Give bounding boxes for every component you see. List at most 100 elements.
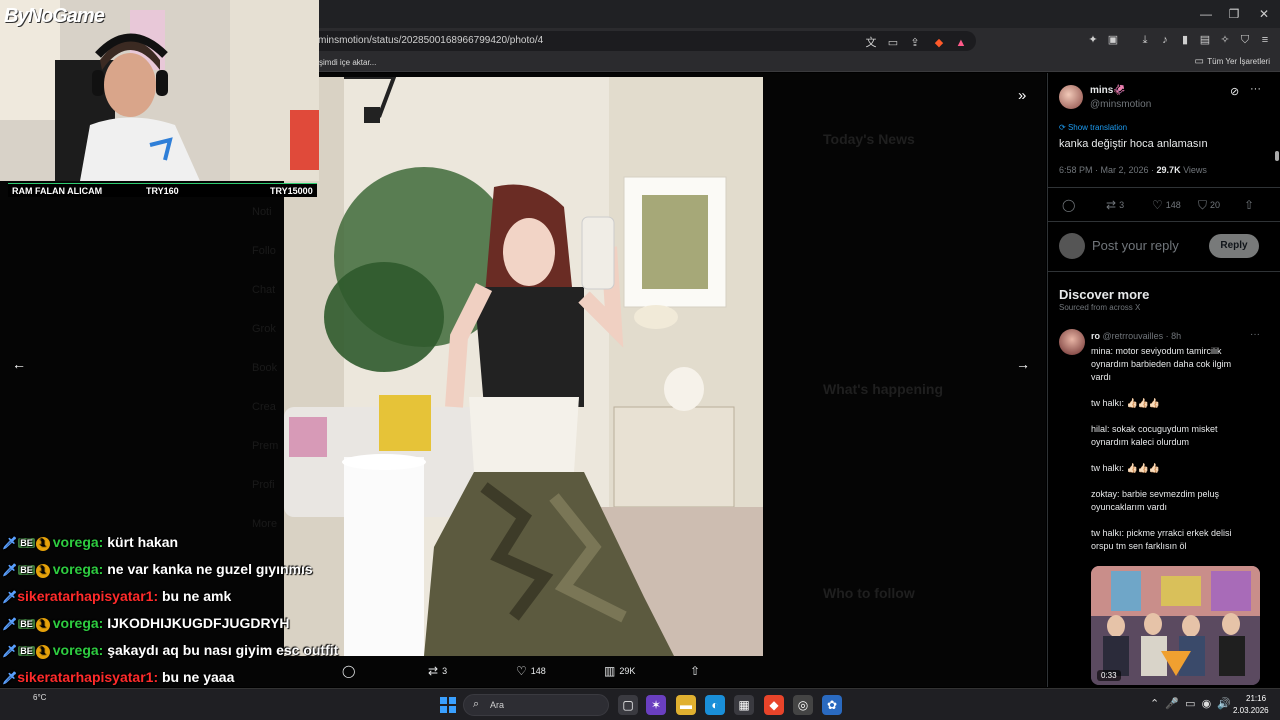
chat-message: 🗡 BE 1 voregа: ne var kanka ne guzel gıyınm…: [2, 561, 313, 581]
share-action[interactable]: ⇧: [690, 664, 704, 678]
brave-icon[interactable]: ◆: [764, 695, 784, 715]
cast-icon[interactable]: ▭: [886, 36, 900, 50]
file-explorer-icon[interactable]: ▬: [676, 695, 696, 715]
extensions-icon[interactable]: ✦: [1086, 33, 1100, 47]
recommended-author-avatar[interactable]: [1059, 329, 1085, 355]
chat-username[interactable]: voregа: [53, 642, 99, 658]
post-line: oynardım kaleci olurdum: [1091, 437, 1190, 447]
reply-input[interactable]: Post your reply: [1092, 238, 1179, 253]
chat-username[interactable]: sikeratarhapisyatar1: [17, 588, 153, 604]
sword-badge-icon: 🗡: [2, 590, 18, 604]
clock-date[interactable]: 2.03.2026: [1233, 706, 1269, 715]
divider: [1048, 221, 1280, 222]
recommended-author[interactable]: ro @retrrouvailles · 8h: [1091, 331, 1181, 341]
more-options-icon[interactable]: ···: [1250, 83, 1261, 95]
show-translation-link[interactable]: ⟳ Show translation: [1059, 123, 1127, 132]
sword-badge-icon: 🗡: [2, 536, 18, 550]
chat-text: ne var kanka ne guzel gıyınmıs: [103, 561, 313, 577]
url-text[interactable]: minsmotion/status/2028500168966799420/ph…: [318, 35, 543, 46]
next-photo-arrow-icon[interactable]: →: [1016, 356, 1030, 372]
minimize-button[interactable]: —: [1198, 6, 1214, 22]
like-button[interactable]: ♡ 148: [1152, 198, 1181, 212]
copilot-icon[interactable]: ✶: [646, 695, 666, 715]
close-window-button[interactable]: ✕: [1256, 6, 1272, 22]
windows-taskbar: 6°C ⌕ Ara ▢ ✶ ▬ ◐ ▦ ◆ ◎ ✿ ⌃ 🎤 ▭ ◉ 🔊 21:1…: [0, 688, 1280, 720]
url-field[interactable]: minsmotion/status/2028500168966799420/ph…: [300, 31, 976, 51]
brave-shield-icon[interactable]: ◆: [932, 36, 946, 50]
chat-username[interactable]: voregа: [53, 615, 99, 631]
ticker-target-amount: TRY15000: [270, 186, 313, 196]
recommended-video[interactable]: 0:33: [1091, 566, 1260, 685]
chat-username[interactable]: voregа: [53, 561, 99, 577]
system-tray-icons[interactable]: ⌃ 🎤 ▭ ◉ 🔊: [1150, 697, 1231, 710]
app-icon[interactable]: ✿: [822, 695, 842, 715]
taskbar-search[interactable]: ⌕ Ara: [463, 694, 609, 716]
repost-button[interactable]: ⇄ 3: [1106, 198, 1124, 212]
bookmark-count: 20: [1210, 200, 1221, 210]
edge-icon[interactable]: ◐: [705, 695, 725, 715]
wallet-icon[interactable]: ▤: [1198, 33, 1212, 47]
maximize-button[interactable]: ❐: [1226, 6, 1242, 22]
post-line: oynardım barbieden daha cok ilgim: [1091, 359, 1232, 369]
reply-button-icon[interactable]: ◯: [1062, 198, 1078, 212]
obs-icon[interactable]: ◎: [793, 695, 813, 715]
ghost-heading: What's happening: [823, 381, 943, 397]
reading-list-icon[interactable]: ▮: [1178, 33, 1192, 47]
vpn-icon[interactable]: ⛉: [1238, 33, 1252, 47]
post-line: tw halkı: pickme yrrakci erkek delisi: [1091, 528, 1232, 538]
leo-ai-icon[interactable]: ✧: [1218, 33, 1232, 47]
chat-message: 🗡 BE 1 voregа: IJKODHIJKUGDFJUGDRYH: [2, 615, 290, 635]
weather-widget[interactable]: 6°C: [33, 693, 46, 702]
sidebar-icon[interactable]: ▣: [1106, 33, 1120, 47]
tweet-timestamp[interactable]: 6:58 PM · Mar 2, 2026 ·: [1059, 165, 1157, 175]
import-bookmarks-link[interactable]: şimdi içe aktar...: [319, 58, 376, 67]
music-icon[interactable]: ♪: [1158, 33, 1172, 47]
author-avatar[interactable]: [1059, 85, 1083, 109]
grok-icon[interactable]: ⊘: [1230, 85, 1239, 98]
clock-time[interactable]: 21:16: [1246, 694, 1266, 703]
repost-icon: ⇄: [428, 664, 439, 678]
post-line: [1091, 410, 1267, 423]
author-name[interactable]: mins🦑: [1090, 85, 1126, 96]
gift-badge-icon: 1: [35, 537, 50, 551]
donation-ticker: RAM FALAN ALICAM TRY160 TRY15000: [8, 183, 317, 197]
share-button[interactable]: ⇧: [1244, 198, 1257, 212]
reply-submit-button[interactable]: Reply: [1209, 234, 1259, 258]
download-icon[interactable]: ⤓: [1138, 33, 1152, 47]
bookmark-button[interactable]: ⛉ 20: [1198, 198, 1220, 213]
brave-rewards-icon[interactable]: ▲: [954, 36, 968, 50]
discover-more-heading: Discover more: [1059, 287, 1150, 302]
more-options-icon[interactable]: ···: [1250, 329, 1260, 340]
author-handle[interactable]: @minsmotion: [1090, 99, 1151, 110]
task-view-icon[interactable]: ▢: [618, 695, 638, 715]
sub-badge-icon: BE: [18, 646, 35, 656]
streamer-webcam: ByNoGame: [0, 0, 319, 181]
share-icon[interactable]: ⇪: [908, 36, 922, 50]
recommended-author-handle: @retrrouvailles · 8h: [1100, 331, 1182, 341]
gift-badge-icon: 1: [35, 564, 50, 578]
previous-photo-arrow-icon[interactable]: ←: [12, 356, 26, 372]
sword-badge-icon: 🗡: [2, 617, 18, 631]
all-bookmarks-link[interactable]: Tüm Yer İşaretleri: [1207, 57, 1270, 66]
like-action[interactable]: ♡ 148: [516, 664, 546, 678]
chat-username[interactable]: voregа: [53, 534, 99, 550]
start-button-icon[interactable]: [440, 697, 456, 713]
repost-action[interactable]: ⇄ 3: [428, 664, 447, 678]
views-action[interactable]: ▥ 29K: [604, 664, 635, 678]
chat-text: IJKODHIJKUGDFJUGDRYH: [103, 615, 290, 631]
chat-message: 🗡 BE 1 voregа: kürt hakan: [2, 534, 178, 554]
post-line: oyuncaklarım vardı: [1091, 502, 1168, 512]
gift-badge-icon: 1: [35, 645, 50, 659]
collapse-panel-icon[interactable]: »: [1018, 87, 1026, 104]
translate-icon[interactable]: 文: [864, 36, 878, 50]
ghost-nav: Crea: [252, 401, 276, 413]
scrollbar-thumb[interactable]: [1275, 151, 1279, 161]
menu-icon[interactable]: ≡: [1258, 33, 1272, 47]
post-line: [1091, 384, 1267, 397]
screen: — ❐ ✕ minsmotion/status/2028500168966799…: [0, 0, 1280, 720]
store-icon[interactable]: ▦: [734, 695, 754, 715]
chat-username[interactable]: sikeratarhapisyatar1: [17, 669, 153, 685]
ghost-nav: More: [252, 518, 278, 530]
post-line: orspu tm sen farklısın öl: [1091, 541, 1187, 551]
post-line: vardı: [1091, 372, 1112, 382]
